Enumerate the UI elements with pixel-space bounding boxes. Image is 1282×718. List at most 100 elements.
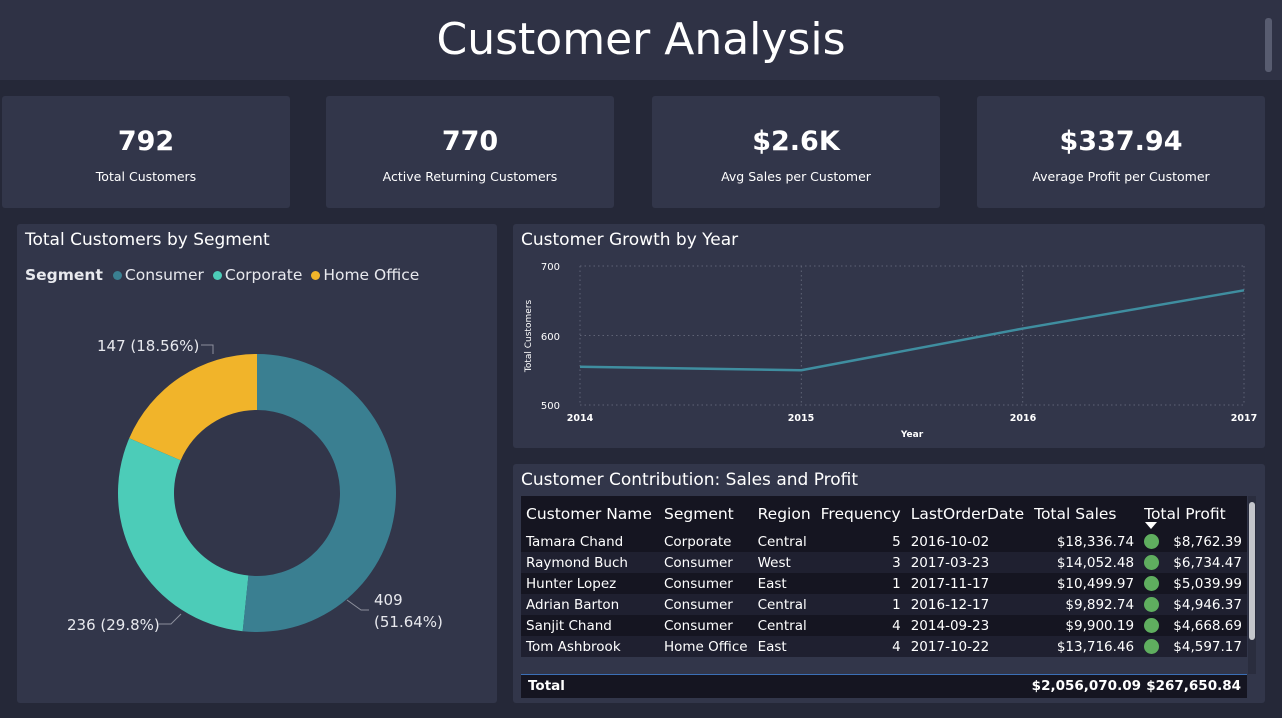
title-bar: Customer Analysis [0,0,1282,80]
column-header-total-sales[interactable]: Total Sales [1029,496,1140,531]
legend-item-corporate[interactable]: Corporate [225,266,303,284]
page-scrollbar[interactable] [1265,18,1272,72]
cell-customer-name: Raymond Buch [521,552,659,573]
cell-region: East [752,573,816,594]
kpi-card-avg-sales: $2.6K Avg Sales per Customer [652,96,940,208]
kpi-label: Active Returning Customers [382,169,558,184]
profit-value: $4,668.69 [1173,617,1242,634]
x-tick-label: 2016 [1010,413,1037,424]
customer-contribution-panel: Customer Contribution: Sales and Profit … [513,464,1265,703]
kpi-label: Total Customers [95,169,197,184]
consumer-legend-marker [112,271,122,280]
cell-total-profit: $6,734.47 [1139,552,1247,573]
table-title: Customer Contribution: Sales and Profit [521,470,859,490]
customer-growth-panel: Customer Growth by Year 700 600 500 2014… [513,224,1265,448]
cell-total-profit: $5,039.99 [1139,573,1247,594]
green-circle-icon [1144,534,1160,549]
green-circle-icon [1144,576,1160,591]
cell-total-profit: $4,597.17 [1139,636,1247,657]
donut-slice-home-office[interactable] [129,354,257,461]
cell-frequency: 3 [815,552,906,573]
label-leader-consumer [346,599,369,611]
cell-total-sales: $14,052.48 [1029,552,1140,573]
cell-total-sales: $9,900.19 [1029,615,1140,636]
column-header-last-order-date[interactable]: LastOrderDate [905,496,1030,531]
cell-segment: Consumer [659,552,753,573]
cell-frequency: 1 [815,573,906,594]
table-header-row: Customer Name Segment Region Frequency L… [521,496,1247,531]
profit-value: $4,597.17 [1173,638,1242,655]
cell-frequency: 4 [815,615,906,636]
cell-total-sales: $13,716.46 [1029,636,1140,657]
label-leader-home-office [201,344,214,354]
profit-cell-content: $4,668.69 [1144,618,1242,634]
table-scrollbar[interactable] [1248,496,1256,674]
donut-slice-corporate[interactable] [118,438,249,632]
table-row[interactable]: Adrian Barton Consumer Central 1 2016-12-17 $… [521,594,1247,615]
table-row[interactable]: Raymond Buch Consumer West 3 2017-03-23 $14,0… [521,552,1247,573]
total-sales-value: $2,056,070.09 [1031,678,1141,694]
profit-cell-content: $8,762.39 [1144,534,1242,550]
y-tick-label: 600 [541,332,560,343]
legend-item-consumer[interactable]: Consumer [125,266,204,284]
kpi-label: Avg Sales per Customer [721,169,871,184]
corporate-legend-marker [212,271,222,280]
column-header-customer-name[interactable]: Customer Name [521,496,659,531]
cell-total-profit: $4,668.69 [1139,615,1247,636]
profit-value: $4,946.37 [1173,596,1242,613]
cell-total-sales: $9,892.74 [1029,594,1140,615]
column-header-total-profit[interactable]: Total Profit [1139,496,1247,531]
green-circle-icon [1144,618,1160,633]
cell-last-order-date: 2016-10-02 [905,531,1030,552]
cell-customer-name: Sanjit Chand [521,615,659,636]
profit-cell-content: $4,946.37 [1144,597,1242,613]
label-leader-corporate [159,613,182,625]
series-line-total-customers[interactable] [579,289,1245,372]
cell-region: Central [752,594,816,615]
cell-frequency: 1 [815,594,906,615]
table-row[interactable]: Tamara Chand Corporate Central 5 2016-10-02 $… [521,531,1247,552]
kpi-label: Average Profit per Customer [1032,169,1210,184]
kpi-value: 770 [441,126,499,157]
profit-cell-content: $5,039.99 [1144,576,1242,592]
legend-item-home-office[interactable]: Home Office [323,266,419,284]
donut-title: Total Customers by Segment [25,230,270,250]
cell-segment: Consumer [659,573,753,594]
table-scrollbar-thumb[interactable] [1249,502,1255,640]
cell-segment: Corporate [659,531,753,552]
donut-slice-consumer[interactable] [242,354,396,632]
cell-segment: Consumer [659,615,753,636]
cell-region: Central [752,531,816,552]
column-header-segment[interactable]: Segment [659,496,753,531]
kpi-value: $337.94 [1059,126,1183,157]
column-header-region[interactable]: Region [752,496,816,531]
customer-contribution-table: Customer Name Segment Region Frequency L… [521,496,1247,657]
column-header-frequency[interactable]: Frequency [815,496,906,531]
cell-customer-name: Tamara Chand [521,531,659,552]
cell-customer-name: Hunter Lopez [521,573,659,594]
kpi-card-avg-profit: $337.94 Average Profit per Customer [977,96,1265,208]
x-axis-title: Year [900,430,924,440]
total-profit-value: $267,650.84 [1146,678,1241,694]
cell-frequency: 5 [815,531,906,552]
data-label-consumer-percent: (51.64%) [374,613,443,631]
cell-region: East [752,636,816,657]
kpi-value: 792 [117,126,175,157]
kpi-card-active-returning: 770 Active Returning Customers [326,96,614,208]
profit-cell-content: $4,597.17 [1144,639,1242,655]
cell-total-sales: $10,499.97 [1029,573,1140,594]
segment-legend: Segment Consumer Corporate Home Office [25,266,419,284]
table-row[interactable]: Tom Ashbrook Home Office East 4 2017-10-22 $1… [521,636,1247,657]
table-row[interactable]: Hunter Lopez Consumer East 1 2017-11-17 $10,4… [521,573,1247,594]
x-tick-label: 2015 [788,413,814,424]
cell-total-profit: $8,762.39 [1139,531,1247,552]
total-label: Total [528,678,565,694]
green-circle-icon [1144,597,1160,612]
profit-value: $8,762.39 [1173,533,1242,550]
cell-segment: Home Office [659,636,753,657]
cell-last-order-date: 2017-03-23 [905,552,1030,573]
sort-descending-icon[interactable] [1145,522,1158,529]
green-circle-icon [1144,555,1160,570]
cell-frequency: 4 [815,636,906,657]
table-row[interactable]: Sanjit Chand Consumer Central 4 2014-09-23 $9… [521,615,1247,636]
